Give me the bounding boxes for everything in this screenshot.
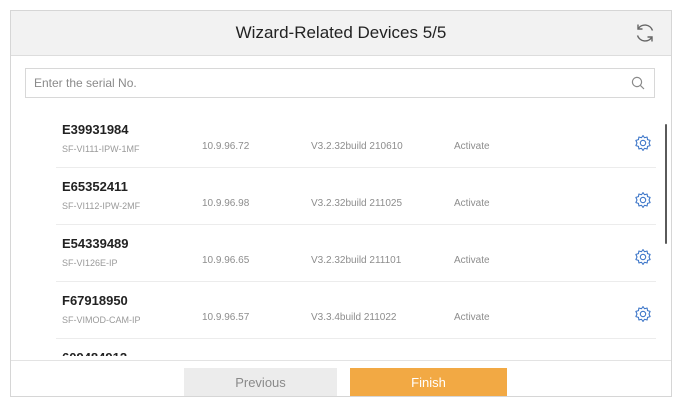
list-scrollbar[interactable] (665, 124, 667, 244)
device-model: SF-VI111-IPW-1MF (62, 144, 140, 154)
device-model: SF-VI126E-IP (62, 258, 118, 268)
device-version: V3.2.32build 211025 (311, 198, 403, 209)
device-status: Activate (454, 255, 490, 266)
dialog-header: Wizard-Related Devices 5/5 (11, 11, 671, 56)
device-row[interactable]: E39931984 SF-VI111-IPW-1MF 10.9.96.72 V3… (56, 111, 656, 168)
dialog-title: Wizard-Related Devices 5/5 (235, 23, 447, 42)
device-version: V3.2.32build 210610 (311, 141, 403, 152)
device-serial: F67918950 (62, 293, 128, 308)
device-model: SF-VI112-IPW-2MF (62, 201, 141, 211)
device-status: Activate (454, 141, 490, 152)
search-box (25, 68, 655, 98)
finish-button[interactable]: Finish (350, 368, 507, 396)
refresh-icon[interactable] (633, 21, 657, 45)
device-serial: E54339489 (62, 236, 129, 251)
device-row[interactable]: 609484912 (56, 339, 656, 356)
device-status: Activate (454, 312, 490, 323)
device-serial: E65352411 (62, 179, 128, 194)
device-model: SF-VIMOD-CAM-IP (62, 315, 141, 325)
gear-icon[interactable] (634, 248, 652, 266)
gear-icon[interactable] (634, 191, 652, 209)
device-version: V3.3.4build 211022 (311, 312, 397, 323)
gear-icon[interactable] (634, 305, 652, 323)
device-row[interactable]: E65352411 SF-VI112-IPW-2MF 10.9.96.98 V3… (56, 168, 656, 225)
device-serial: 609484912 (62, 350, 127, 356)
device-ip: 10.9.96.57 (202, 312, 250, 323)
gear-icon[interactable] (634, 134, 652, 152)
device-row[interactable]: E54339489 SF-VI126E-IP 10.9.96.65 V3.2.3… (56, 225, 656, 282)
device-serial: E39931984 (62, 122, 129, 137)
device-version: V3.2.32build 211101 (311, 255, 402, 266)
dialog-footer: Previous Finish (11, 360, 671, 396)
device-ip: 10.9.96.65 (202, 255, 250, 266)
serial-search-input[interactable] (26, 69, 616, 97)
device-ip: 10.9.96.98 (202, 198, 250, 209)
device-list: E39931984 SF-VI111-IPW-1MF 10.9.96.72 V3… (11, 111, 671, 356)
device-status: Activate (454, 198, 490, 209)
device-row[interactable]: F67918950 SF-VIMOD-CAM-IP 10.9.96.57 V3.… (56, 282, 656, 339)
wizard-dialog: Wizard-Related Devices 5/5 E39931984 SF-… (10, 10, 672, 397)
search-icon[interactable] (630, 75, 646, 91)
device-ip: 10.9.96.72 (202, 141, 250, 152)
previous-button[interactable]: Previous (184, 368, 337, 396)
